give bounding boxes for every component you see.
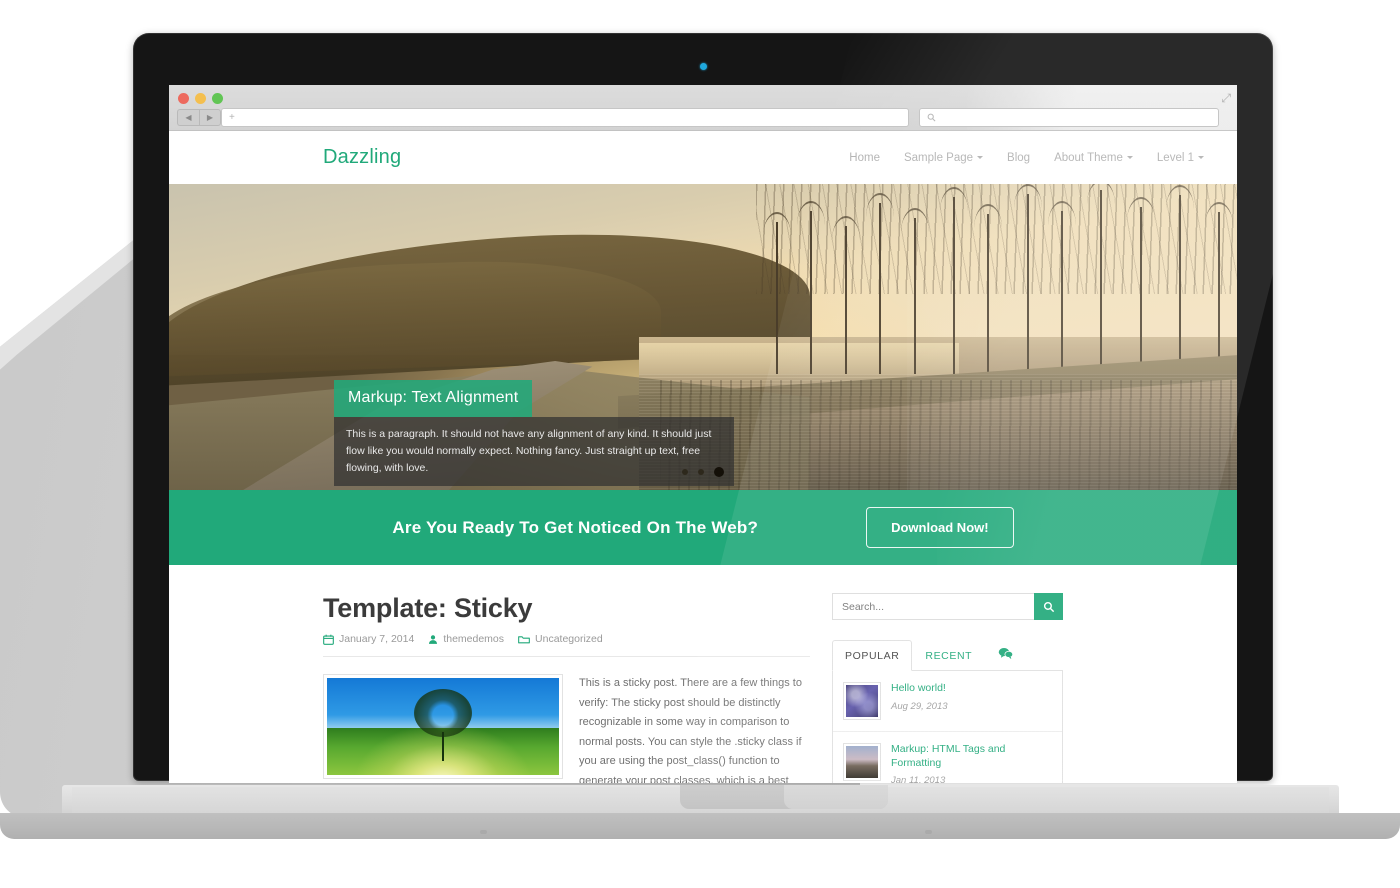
address-bar[interactable]: + <box>221 108 909 127</box>
hero-slider[interactable]: Markup: Text Alignment This is a paragra… <box>169 184 1237 490</box>
browser-nav-buttons[interactable]: ◀ ▶ <box>177 109 221 126</box>
laptop-base-notch-highlight <box>784 785 888 809</box>
browser-search-bar[interactable] <box>919 108 1219 127</box>
post-author[interactable]: themedemos <box>428 633 504 645</box>
laptop-foot-right <box>925 830 932 834</box>
nav-item-blog[interactable]: Blog <box>1007 152 1030 164</box>
chevron-down-icon <box>1198 156 1204 159</box>
biplane-sunset-thumbnail <box>846 746 878 778</box>
nav-item-sample-page[interactable]: Sample Page <box>903 151 984 164</box>
cta-headline: Are You Ready To Get Noticed On The Web? <box>392 517 759 537</box>
nav-label: Level 1 <box>1156 151 1194 164</box>
folder-icon <box>518 634 530 645</box>
abstract-purple-thumbnail <box>846 685 878 717</box>
post-excerpt: This is a sticky post. There are a few t… <box>579 677 802 783</box>
zoom-button[interactable] <box>212 93 223 104</box>
post-author-label: themedemos <box>443 633 505 645</box>
list-item-date: Jan 11, 2013 <box>891 775 946 783</box>
search-input[interactable] <box>832 593 1034 620</box>
thumbnail-tree <box>414 689 472 762</box>
user-icon <box>428 634 438 645</box>
post-category-label: Uncategorized <box>535 633 603 645</box>
post-date-label: January 7, 2014 <box>339 633 415 645</box>
resize-handle-icon[interactable]: ⤢ <box>1221 91 1231 106</box>
slider-dot-2[interactable] <box>698 469 704 475</box>
post-category[interactable]: Uncategorized <box>518 633 603 645</box>
slider-dot-3[interactable] <box>714 467 724 477</box>
search-submit-button[interactable] <box>1034 593 1063 620</box>
nav-label: Blog <box>1007 151 1031 164</box>
sidebar-tab-panel: Hello world! Aug 29, 2013 Markup: HTML T… <box>832 671 1063 783</box>
nav-item-level-1[interactable]: Level 1 <box>1157 152 1204 164</box>
main-navigation: Home Sample Page Blog About Theme Level … <box>849 152 1204 164</box>
site-header: Dazzling Home Sample Page Blog About The… <box>169 131 1237 184</box>
site-brand[interactable]: Dazzling <box>323 146 401 169</box>
list-item[interactable]: Markup: HTML Tags and Formatting Jan 11,… <box>833 732 1062 783</box>
post-body: This is a sticky post. There are a few t… <box>323 674 810 783</box>
minimize-button[interactable] <box>195 93 206 104</box>
slide-glare <box>907 184 1237 490</box>
laptop-base-front <box>0 813 1400 839</box>
forward-button[interactable]: ▶ <box>199 109 221 126</box>
slide-caption-title[interactable]: Markup: Text Alignment <box>334 380 533 417</box>
cta-banner: Are You Ready To Get Noticed On The Web?… <box>169 490 1237 565</box>
download-now-button[interactable]: Download Now! <box>866 507 1014 548</box>
post-thumbnail[interactable] <box>323 674 563 779</box>
nav-label: Home <box>849 151 880 164</box>
address-bar-text: + <box>229 112 235 123</box>
laptop-foot-left <box>480 830 487 834</box>
nav-label: About Theme <box>1054 151 1123 164</box>
browser-chrome: ◀ ▶ + ⤢ <box>169 85 1237 131</box>
sidebar: POPULAR RECENT <box>832 593 1063 783</box>
tab-popular[interactable]: POPULAR <box>832 640 913 671</box>
list-item-meta: Hello world! Aug 29, 2013 <box>891 682 948 720</box>
nav-item-home[interactable]: Home <box>849 152 880 164</box>
search-icon <box>927 113 936 122</box>
screenshot-stage: ◀ ▶ + ⤢ Dazzling Home Sample Page Blog A… <box>0 0 1400 888</box>
tab-comments[interactable] <box>985 638 1026 671</box>
laptop-lid: ◀ ▶ + ⤢ Dazzling Home Sample Page Blog A… <box>133 33 1273 783</box>
list-item-meta: Markup: HTML Tags and Formatting Jan 11,… <box>891 743 1052 783</box>
list-item-date: Aug 29, 2013 <box>891 700 948 712</box>
list-item-title[interactable]: Hello world! <box>891 682 948 696</box>
post-meta-divider <box>323 656 810 657</box>
slider-pagination[interactable] <box>169 467 1237 477</box>
main-column: Template: Sticky January 7, 2014 themede… <box>323 593 810 783</box>
comments-icon <box>998 648 1014 659</box>
content-area: Template: Sticky January 7, 2014 themede… <box>169 565 1237 783</box>
post-thumbnail-image <box>327 678 559 775</box>
back-button[interactable]: ◀ <box>177 109 199 126</box>
post-title[interactable]: Template: Sticky <box>323 593 810 624</box>
list-item-thumbnail <box>843 682 881 720</box>
webcam-dot <box>700 63 707 70</box>
close-button[interactable] <box>178 93 189 104</box>
tab-recent[interactable]: RECENT <box>912 640 985 671</box>
list-item-title[interactable]: Markup: HTML Tags and Formatting <box>891 743 1052 770</box>
sidebar-tabs: POPULAR RECENT <box>832 637 1063 671</box>
chevron-down-icon <box>1126 156 1133 159</box>
nav-item-about-theme[interactable]: About Theme <box>1054 152 1133 164</box>
slider-dot-1[interactable] <box>682 469 688 475</box>
window-controls[interactable] <box>178 93 223 104</box>
post-date[interactable]: January 7, 2014 <box>323 633 414 645</box>
list-item-thumbnail <box>843 743 881 781</box>
calendar-icon <box>323 634 334 645</box>
chevron-down-icon <box>977 156 984 159</box>
sidebar-search <box>832 593 1063 620</box>
sidebar-tabs-widget: POPULAR RECENT Hello world! Aug 29, 2013… <box>832 637 1063 783</box>
nav-label: Sample Page <box>903 151 974 164</box>
post-meta: January 7, 2014 themedemos Uncategorized <box>323 633 810 645</box>
screen: ◀ ▶ + ⤢ Dazzling Home Sample Page Blog A… <box>169 85 1237 783</box>
list-item[interactable]: Hello world! Aug 29, 2013 <box>833 671 1062 732</box>
search-icon <box>1043 601 1054 612</box>
